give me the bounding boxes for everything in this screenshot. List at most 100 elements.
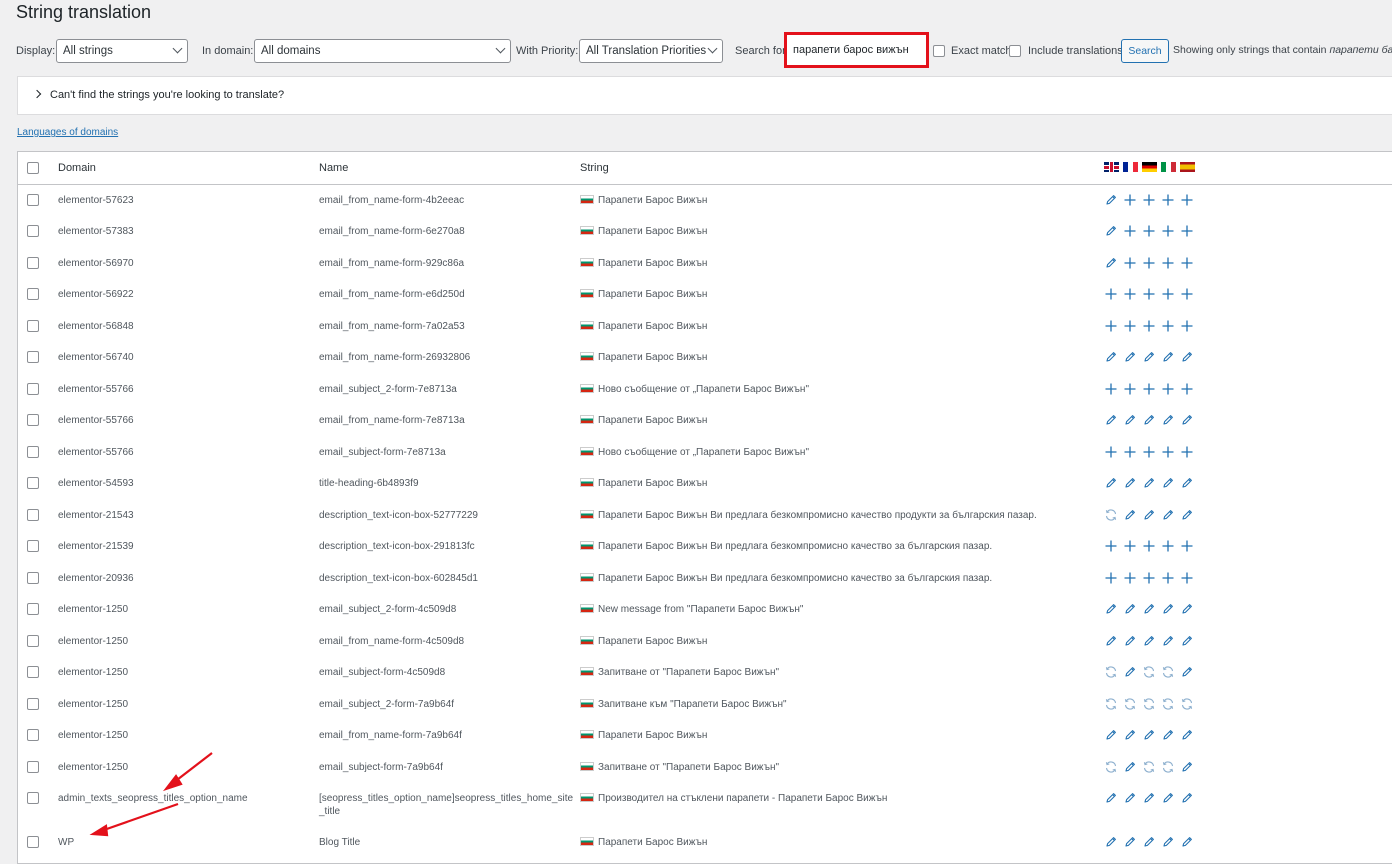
plus-icon[interactable] [1123, 382, 1137, 396]
pencil-icon[interactable] [1180, 508, 1194, 522]
plus-icon[interactable] [1123, 571, 1137, 585]
plus-icon[interactable] [1142, 445, 1156, 459]
pencil-icon[interactable] [1161, 634, 1175, 648]
row-checkbox[interactable] [27, 477, 39, 489]
display-select[interactable]: All strings [56, 39, 188, 63]
plus-icon[interactable] [1180, 445, 1194, 459]
languages-of-domains-link[interactable]: Languages of domains [17, 127, 118, 138]
priority-select[interactable]: All Translation Priorities [579, 39, 723, 63]
pencil-icon[interactable] [1104, 256, 1118, 270]
plus-icon[interactable] [1104, 571, 1118, 585]
pencil-icon[interactable] [1180, 728, 1194, 742]
pencil-icon[interactable] [1104, 835, 1118, 849]
pencil-icon[interactable] [1104, 791, 1118, 805]
pencil-icon[interactable] [1180, 835, 1194, 849]
pencil-icon[interactable] [1180, 476, 1194, 490]
sync-icon[interactable] [1161, 697, 1175, 711]
pencil-icon[interactable] [1104, 224, 1118, 238]
pencil-icon[interactable] [1104, 193, 1118, 207]
plus-icon[interactable] [1123, 256, 1137, 270]
pencil-icon[interactable] [1180, 791, 1194, 805]
plus-icon[interactable] [1161, 539, 1175, 553]
pencil-icon[interactable] [1142, 413, 1156, 427]
row-checkbox[interactable] [27, 194, 39, 206]
row-checkbox[interactable] [27, 509, 39, 521]
row-checkbox[interactable] [27, 729, 39, 741]
plus-icon[interactable] [1161, 193, 1175, 207]
plus-icon[interactable] [1161, 571, 1175, 585]
pencil-icon[interactable] [1104, 728, 1118, 742]
plus-icon[interactable] [1180, 571, 1194, 585]
sync-icon[interactable] [1142, 697, 1156, 711]
sync-icon[interactable] [1161, 665, 1175, 679]
pencil-icon[interactable] [1104, 413, 1118, 427]
pencil-icon[interactable] [1142, 634, 1156, 648]
select-all-checkbox[interactable] [27, 162, 39, 174]
pencil-icon[interactable] [1123, 350, 1137, 364]
row-checkbox[interactable] [27, 288, 39, 300]
plus-icon[interactable] [1142, 193, 1156, 207]
row-checkbox[interactable] [27, 540, 39, 552]
sync-icon[interactable] [1104, 665, 1118, 679]
pencil-icon[interactable] [1104, 634, 1118, 648]
sync-icon[interactable] [1180, 697, 1194, 711]
row-checkbox[interactable] [27, 836, 39, 848]
pencil-icon[interactable] [1123, 634, 1137, 648]
plus-icon[interactable] [1104, 382, 1118, 396]
plus-icon[interactable] [1180, 287, 1194, 301]
plus-icon[interactable] [1123, 287, 1137, 301]
plus-icon[interactable] [1123, 319, 1137, 333]
row-checkbox[interactable] [27, 225, 39, 237]
plus-icon[interactable] [1142, 224, 1156, 238]
pencil-icon[interactable] [1123, 835, 1137, 849]
plus-icon[interactable] [1161, 445, 1175, 459]
plus-icon[interactable] [1161, 256, 1175, 270]
search-input[interactable] [791, 39, 922, 61]
pencil-icon[interactable] [1161, 350, 1175, 364]
pencil-icon[interactable] [1161, 791, 1175, 805]
plus-icon[interactable] [1123, 539, 1137, 553]
pencil-icon[interactable] [1180, 665, 1194, 679]
pencil-icon[interactable] [1123, 508, 1137, 522]
cant-find-notice[interactable]: Can't find the strings you're looking to… [17, 76, 1392, 115]
sync-icon[interactable] [1142, 760, 1156, 774]
domain-select[interactable]: All domains [254, 39, 511, 63]
pencil-icon[interactable] [1123, 728, 1137, 742]
sync-icon[interactable] [1161, 760, 1175, 774]
search-button[interactable]: Search [1121, 39, 1169, 63]
pencil-icon[interactable] [1142, 476, 1156, 490]
pencil-icon[interactable] [1142, 508, 1156, 522]
row-checkbox[interactable] [27, 414, 39, 426]
pencil-icon[interactable] [1123, 760, 1137, 774]
pencil-icon[interactable] [1104, 476, 1118, 490]
sync-icon[interactable] [1104, 760, 1118, 774]
plus-icon[interactable] [1123, 193, 1137, 207]
pencil-icon[interactable] [1142, 350, 1156, 364]
plus-icon[interactable] [1161, 287, 1175, 301]
row-checkbox[interactable] [27, 320, 39, 332]
row-checkbox[interactable] [27, 383, 39, 395]
pencil-icon[interactable] [1180, 413, 1194, 427]
plus-icon[interactable] [1161, 382, 1175, 396]
pencil-icon[interactable] [1161, 508, 1175, 522]
include-translations-checkbox[interactable] [1009, 45, 1021, 57]
pencil-icon[interactable] [1142, 728, 1156, 742]
pencil-icon[interactable] [1180, 634, 1194, 648]
plus-icon[interactable] [1180, 319, 1194, 333]
sync-icon[interactable] [1104, 697, 1118, 711]
row-checkbox[interactable] [27, 446, 39, 458]
plus-icon[interactable] [1123, 445, 1137, 459]
plus-icon[interactable] [1142, 319, 1156, 333]
plus-icon[interactable] [1104, 319, 1118, 333]
sync-icon[interactable] [1123, 697, 1137, 711]
row-checkbox[interactable] [27, 351, 39, 363]
plus-icon[interactable] [1180, 193, 1194, 207]
row-checkbox[interactable] [27, 635, 39, 647]
pencil-icon[interactable] [1142, 602, 1156, 616]
row-checkbox[interactable] [27, 698, 39, 710]
plus-icon[interactable] [1142, 287, 1156, 301]
pencil-icon[interactable] [1104, 350, 1118, 364]
pencil-icon[interactable] [1180, 760, 1194, 774]
sync-icon[interactable] [1104, 508, 1118, 522]
plus-icon[interactable] [1180, 539, 1194, 553]
